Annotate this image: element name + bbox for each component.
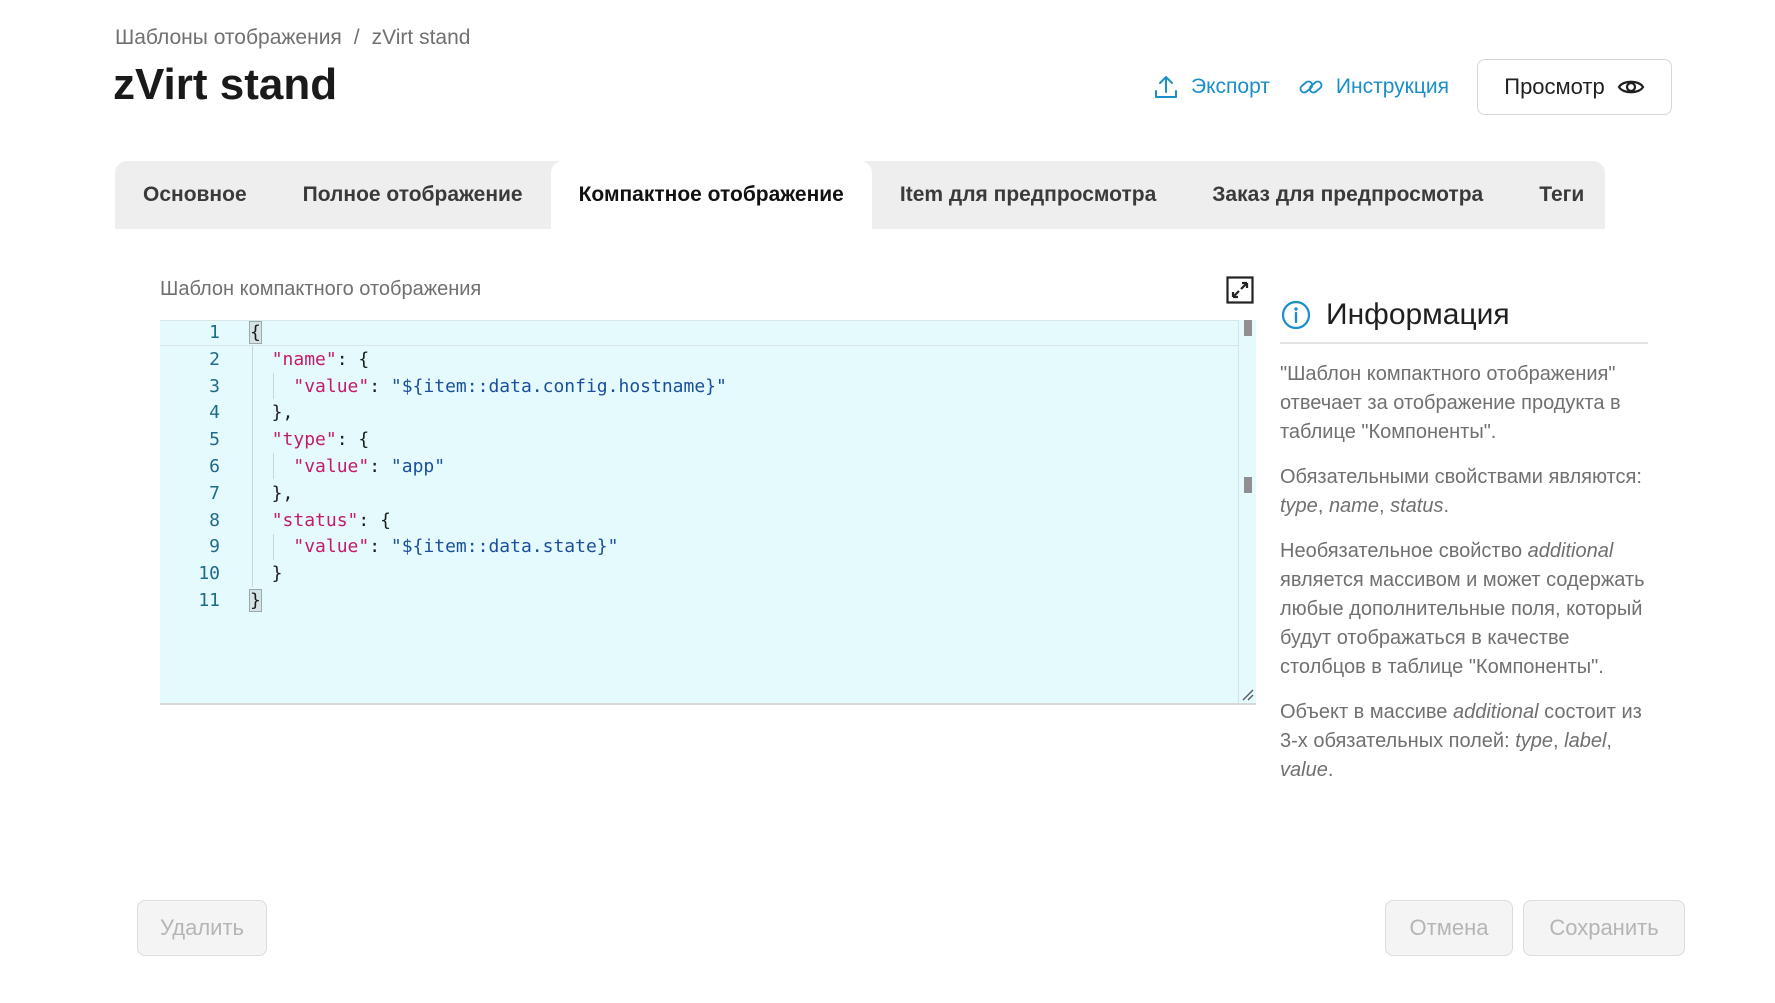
info-em: type (1515, 730, 1554, 752)
breadcrumb: Шаблоны отображения / zVirt stand (115, 26, 470, 50)
export-button[interactable]: Экспорт (1153, 74, 1270, 100)
line-number: 9 (209, 536, 220, 558)
line-number: 6 (209, 455, 220, 477)
info-em: status (1390, 495, 1444, 517)
line-number: 1 (209, 322, 220, 343)
preview-button[interactable]: Просмотр (1477, 59, 1672, 115)
cancel-button[interactable]: Отмена (1385, 900, 1513, 956)
code-line: "status": { (271, 509, 391, 531)
instruction-link[interactable]: Инструкция (1298, 74, 1449, 100)
code-line: }, (250, 482, 294, 504)
info-em: additional (1452, 701, 1539, 723)
instruction-label: Инструкция (1335, 75, 1449, 98)
editor-scrollbar[interactable] (1238, 320, 1256, 703)
tab-compact-view[interactable]: Компактное отображение (550, 161, 872, 229)
line-number: 10 (198, 563, 220, 585)
scrollbar-marker (1244, 320, 1252, 336)
line-number: 11 (198, 589, 220, 611)
line-number: 2 (209, 348, 220, 370)
code-line: }, (250, 402, 294, 424)
resize-handle-icon[interactable] (1240, 687, 1254, 701)
code-line: { (249, 321, 262, 344)
tab-main[interactable]: Основное (115, 161, 275, 229)
upload-icon (1155, 76, 1178, 98)
delete-button[interactable]: Удалить (137, 900, 267, 956)
tab-order-preview[interactable]: Заказ для предпросмотра (1184, 161, 1511, 229)
breadcrumb-separator: / (353, 26, 360, 49)
breadcrumb-parent[interactable]: Шаблоны отображения (115, 26, 342, 50)
line-number: 8 (209, 509, 220, 531)
info-text: Объект в массиве (1280, 701, 1453, 723)
code-line: "value": "${item::data.config.hostname}" (293, 375, 727, 397)
tab-tags[interactable]: Теги (1511, 161, 1612, 229)
eye-icon (1617, 80, 1645, 94)
line-number-gutter: 1 2 3 4 5 6 7 8 9 10 11 (160, 320, 220, 615)
code-line: "name": { (271, 348, 370, 370)
info-header: Информация (1280, 298, 1648, 344)
info-paragraph: Обязательными свойствами являются: type,… (1280, 466, 1642, 517)
info-em: type (1280, 495, 1318, 517)
code-line: "value": "app" (293, 455, 446, 477)
scrollbar-marker (1244, 477, 1252, 493)
info-em: value (1280, 759, 1328, 781)
link-icon (1299, 80, 1323, 94)
info-em: label (1564, 730, 1607, 752)
info-paragraph: Необязательное свойство additional являе… (1280, 537, 1648, 682)
page: Шаблоны отображения / zVirt stand zVirt … (0, 0, 1775, 1003)
code-line: "value": "${item::data.state}" (293, 536, 619, 558)
code-editor[interactable]: 1 2 3 4 5 6 7 8 9 10 11 { "name": { "val… (160, 320, 1256, 705)
header-actions: Экспорт Инструкция Просмотр (1153, 59, 1672, 115)
info-text: Обязательными свойствами являются: (1280, 466, 1642, 488)
breadcrumb-current: zVirt stand (371, 26, 471, 49)
tab-bar: Основное Полное отображение Компактное о… (115, 161, 1605, 229)
save-button[interactable]: Сохранить (1523, 900, 1685, 956)
line-number: 3 (209, 375, 220, 397)
expand-icon[interactable] (1226, 276, 1254, 304)
page-title: zVirt stand (113, 60, 338, 109)
tab-item-preview[interactable]: Item для предпросмотра (872, 161, 1184, 229)
info-circle-icon (1281, 300, 1311, 330)
code-line: } (249, 588, 262, 612)
info-em: name (1328, 495, 1379, 517)
code-line: "type": { (271, 429, 370, 451)
info-title: Информация (1326, 298, 1510, 331)
info-paragraph: Объект в массиве additional состоит из 3… (1280, 701, 1642, 781)
code-content[interactable]: { "name": { "value": "${item::data.confi… (249, 320, 727, 615)
line-number: 5 (209, 429, 220, 451)
code-line: } (250, 563, 283, 585)
info-text: является массивом и может содержать любы… (1280, 569, 1645, 678)
info-paragraph: "Шаблон компактного отображения" отвечае… (1280, 363, 1621, 443)
line-number: 7 (209, 482, 220, 504)
editor-label: Шаблон компактного отображения (160, 278, 482, 300)
info-text: Необязательное свойство (1280, 540, 1528, 562)
export-label: Экспорт (1191, 75, 1270, 98)
info-em: additional (1527, 540, 1614, 562)
info-panel: Информация "Шаблон компактного отображен… (1280, 298, 1648, 785)
line-number: 4 (209, 402, 220, 424)
tab-full-view[interactable]: Полное отображение (275, 161, 551, 229)
preview-label: Просмотр (1504, 74, 1605, 99)
